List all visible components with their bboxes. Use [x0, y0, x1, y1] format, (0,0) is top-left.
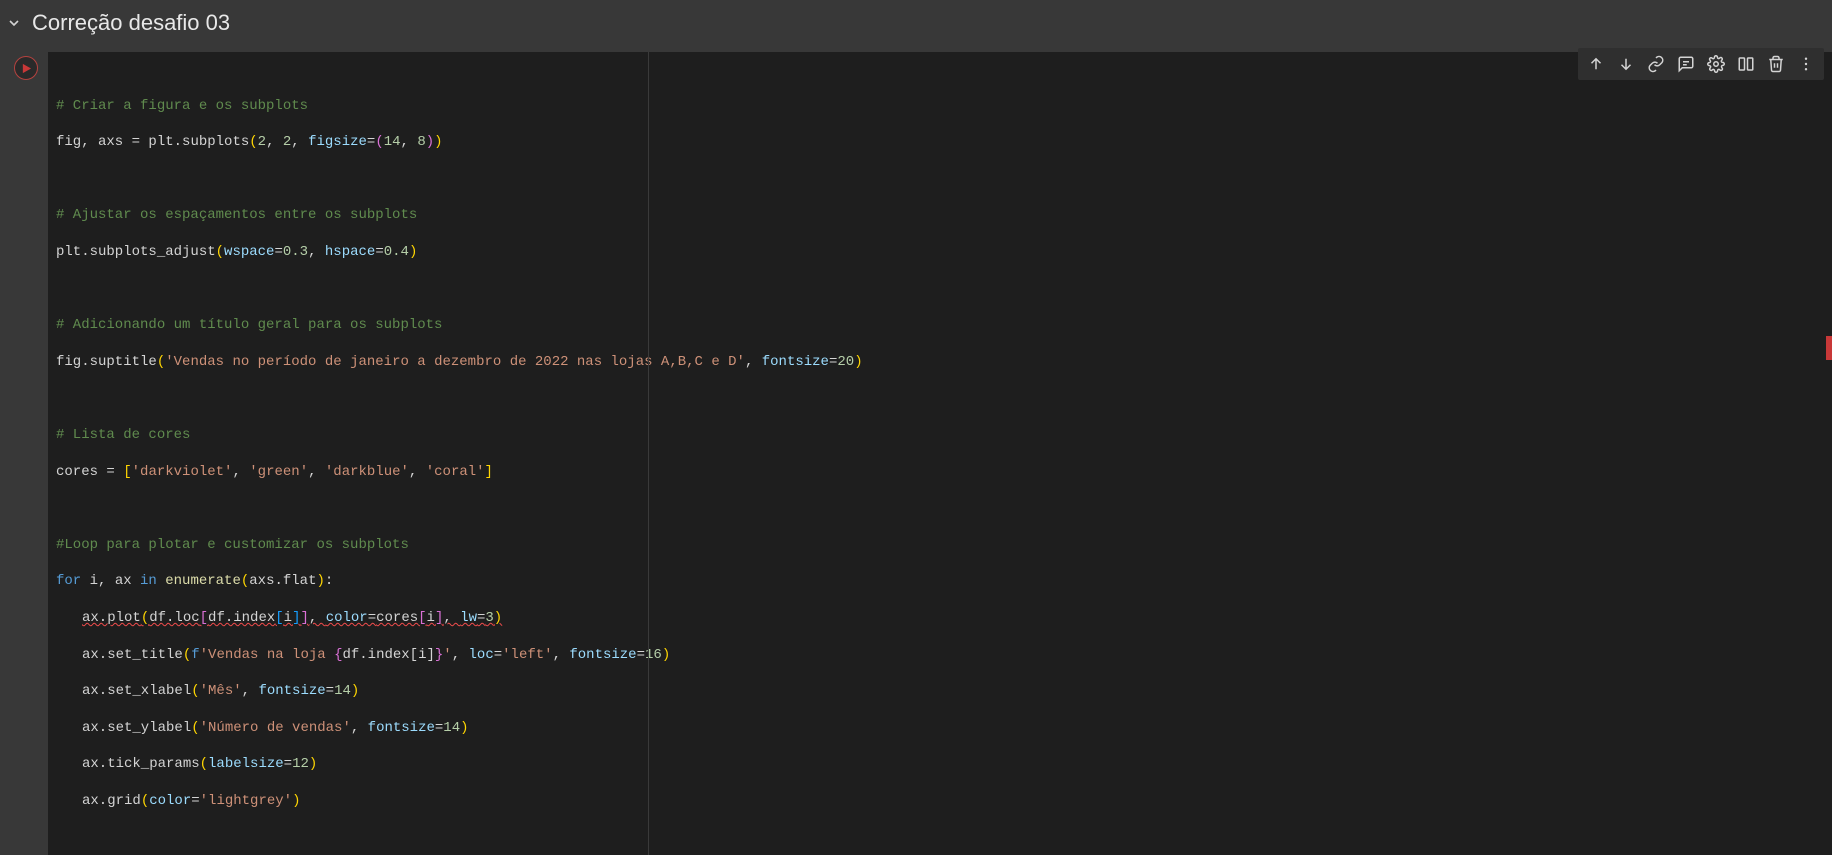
editor-ruler	[648, 52, 649, 855]
link-icon[interactable]	[1642, 50, 1670, 78]
code-editor[interactable]: # Criar a figura e os subplots fig, axs …	[48, 52, 1832, 855]
scroll-error-indicator[interactable]	[1826, 336, 1832, 360]
code-comment: #Loop para plotar e customizar os subplo…	[56, 537, 409, 553]
code-cell: # Criar a figura e os subplots fig, axs …	[0, 52, 1832, 855]
error-squiggle: ax.plot(df.loc[df.index[i]], color=cores…	[82, 610, 502, 626]
cell-toolbar	[1578, 48, 1824, 80]
trash-icon[interactable]	[1762, 50, 1790, 78]
code-comment: # Lista de cores	[56, 427, 190, 443]
comment-icon[interactable]	[1672, 50, 1700, 78]
code-comment: # Ajustar os espaçamentos entre os subpl…	[56, 207, 417, 223]
more-vert-icon[interactable]	[1792, 50, 1820, 78]
move-down-icon[interactable]	[1612, 50, 1640, 78]
section-header: Correção desafio 03	[0, 0, 1832, 52]
section-title: Correção desafio 03	[32, 10, 230, 36]
chevron-down-icon[interactable]	[6, 15, 22, 31]
mirror-icon[interactable]	[1732, 50, 1760, 78]
run-button[interactable]	[14, 56, 38, 80]
code-comment: # Criar a figura e os subplots	[56, 98, 308, 114]
code-comment: # Adicionando um título geral para os su…	[56, 317, 442, 333]
gear-icon[interactable]	[1702, 50, 1730, 78]
move-up-icon[interactable]	[1582, 50, 1610, 78]
